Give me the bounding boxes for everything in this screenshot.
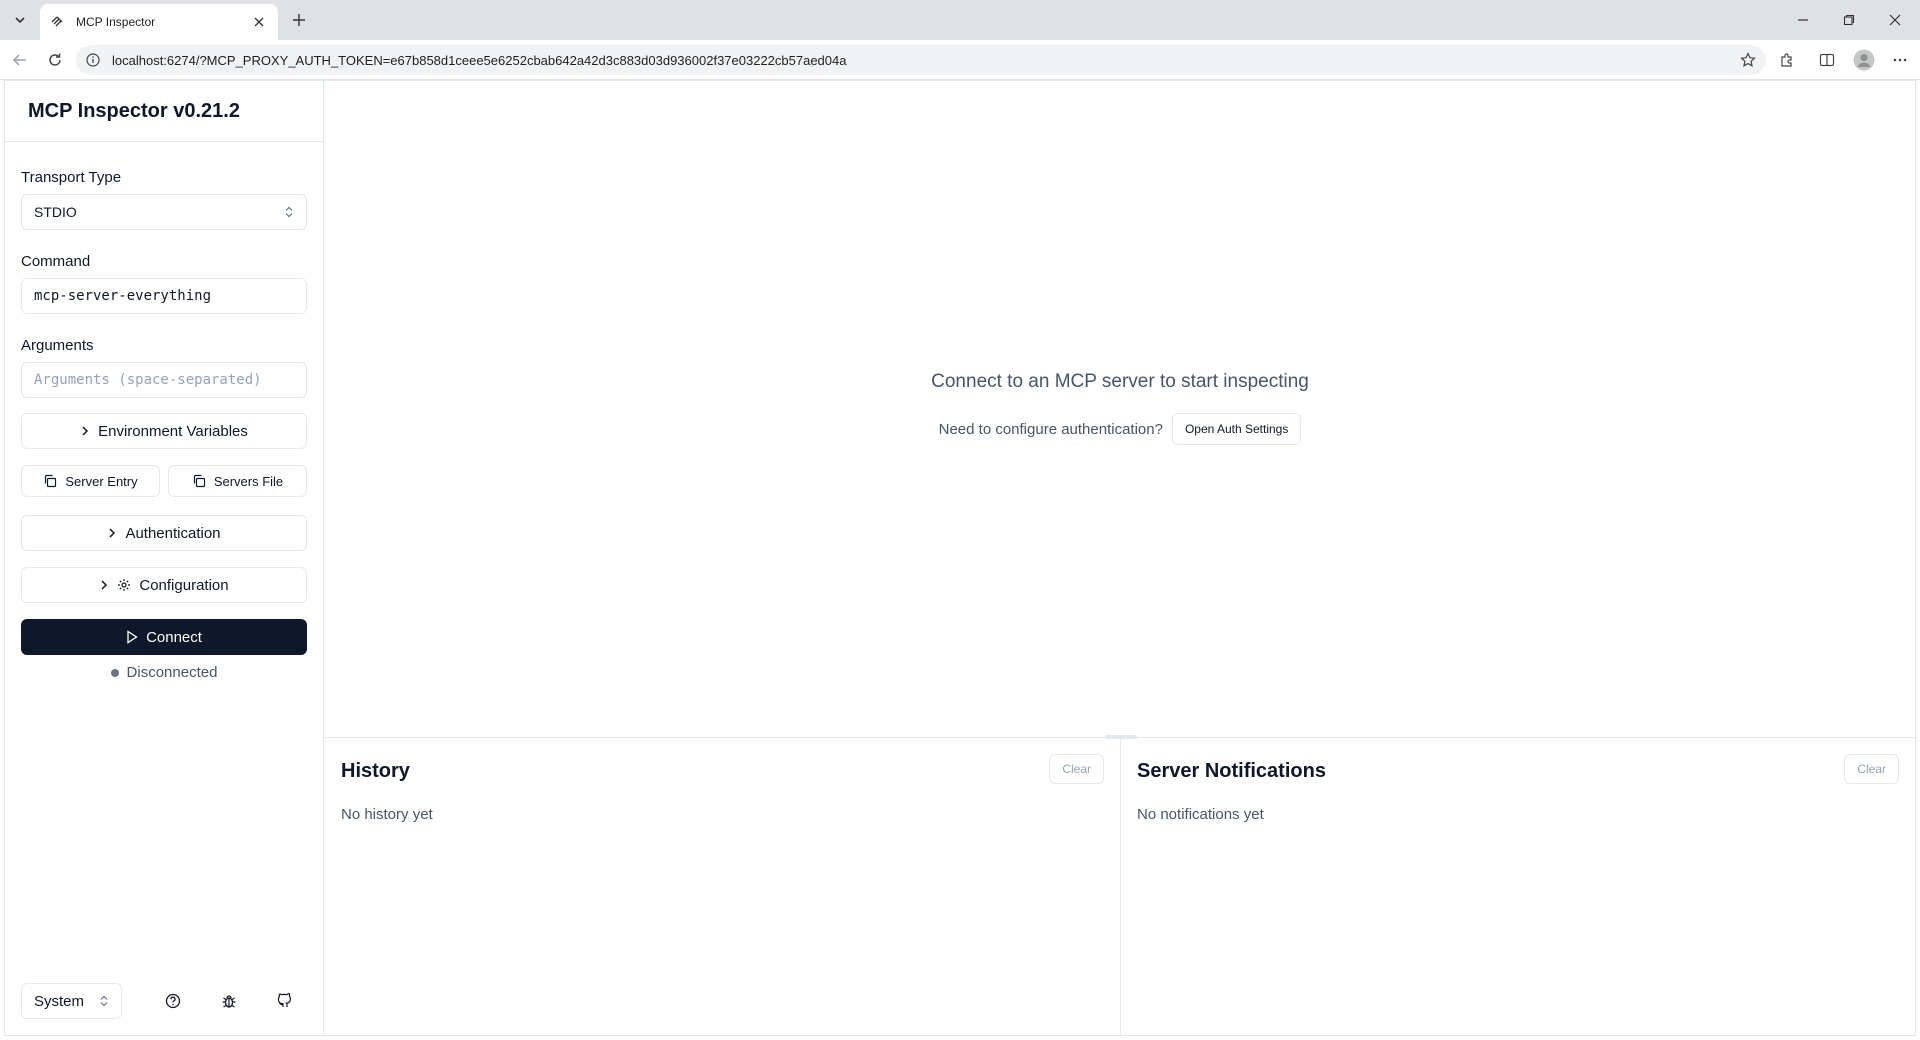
- new-tab-button[interactable]: [285, 6, 313, 34]
- chevron-right-icon: [109, 528, 116, 538]
- servers-file-button[interactable]: Servers File: [168, 465, 307, 497]
- bookmark-star-icon[interactable]: [1734, 46, 1762, 74]
- close-icon: [1889, 14, 1901, 26]
- tab-search-button[interactable]: [5, 5, 35, 35]
- chevron-down-icon: [15, 17, 25, 24]
- chevron-right-icon: [101, 580, 108, 590]
- play-icon: [127, 630, 138, 644]
- command-label: Command: [21, 253, 91, 270]
- reload-icon: [49, 53, 61, 66]
- address-bar[interactable]: localhost:6274/?MCP_PROXY_AUTH_TOKEN=e67…: [76, 45, 1766, 75]
- connect-button[interactable]: Connect: [21, 619, 307, 655]
- chevron-right-icon: [82, 426, 89, 436]
- main-content: Connect to an MCP server to start inspec…: [325, 81, 1915, 1035]
- theme-value: System: [34, 992, 85, 1010]
- empty-state-message: Connect to an MCP server to start inspec…: [931, 371, 1309, 392]
- history-empty-text: No history yet: [341, 806, 433, 823]
- notifications-clear-button[interactable]: Clear: [1844, 754, 1899, 784]
- history-panel: History Clear No history yet: [325, 738, 1120, 1035]
- theme-select[interactable]: System: [21, 983, 122, 1019]
- open-auth-settings-button[interactable]: Open Auth Settings: [1171, 413, 1302, 445]
- history-clear-button[interactable]: Clear: [1049, 754, 1104, 784]
- back-button[interactable]: [6, 46, 34, 74]
- arguments-placeholder: Arguments (space-separated): [34, 372, 262, 388]
- app-title: MCP Inspector v0.21.2: [5, 81, 323, 142]
- server-entry-button[interactable]: Server Entry: [21, 465, 160, 497]
- auth-prompt-text: Need to configure authentication?: [938, 420, 1163, 438]
- avatar-icon: [1853, 49, 1875, 71]
- browser-tab-title: MCP Inspector: [76, 15, 156, 29]
- chevrons-up-down-icon: [99, 995, 109, 1007]
- copy-icon: [45, 474, 57, 488]
- chevrons-up-down-icon: [284, 206, 294, 218]
- url-text[interactable]: localhost:6274/?MCP_PROXY_AUTH_TOKEN=e67…: [112, 53, 1734, 68]
- configuration-button[interactable]: Configuration: [21, 567, 307, 603]
- browser-menu-button[interactable]: [1886, 46, 1914, 74]
- server-entry-label: Server Entry: [65, 473, 138, 489]
- configuration-label: Configuration: [139, 576, 229, 594]
- browser-tab[interactable]: MCP Inspector: [40, 4, 278, 40]
- gear-icon: [118, 579, 131, 591]
- environment-variables-button[interactable]: Environment Variables: [21, 413, 307, 449]
- command-value: mcp-server-everything: [34, 288, 212, 304]
- mcp-inspector-app: MCP Inspector v0.21.2 Transport Type STD…: [4, 80, 1916, 1036]
- sidebar: MCP Inspector v0.21.2 Transport Type STD…: [5, 81, 324, 1035]
- info-icon[interactable]: [86, 52, 102, 68]
- profile-avatar[interactable]: [1850, 46, 1878, 74]
- bug-icon: [222, 995, 236, 1008]
- minimize-icon: [1798, 19, 1808, 21]
- authentication-button[interactable]: Authentication: [21, 515, 307, 551]
- environment-variables-label: Environment Variables: [98, 422, 248, 440]
- history-title: History: [341, 760, 410, 782]
- connect-label: Connect: [146, 628, 202, 646]
- transport-type-label: Transport Type: [21, 169, 122, 186]
- github-button[interactable]: [270, 986, 300, 1016]
- notifications-title: Server Notifications: [1137, 760, 1326, 782]
- restore-window-button[interactable]: [1826, 0, 1872, 40]
- browser-toolbar: localhost:6274/?MCP_PROXY_AUTH_TOKEN=e67…: [0, 40, 1920, 80]
- split-view-icon: [1819, 53, 1835, 67]
- minimize-window-button[interactable]: [1780, 0, 1826, 40]
- copy-icon: [193, 474, 205, 488]
- notifications-empty-text: No notifications yet: [1137, 806, 1264, 823]
- arguments-label: Arguments: [21, 337, 94, 354]
- report-bug-button[interactable]: [214, 986, 244, 1016]
- restore-icon: [1843, 14, 1855, 26]
- browser-tab-bar: MCP Inspector: [0, 0, 1920, 40]
- help-circle-icon: [165, 993, 181, 1009]
- more-horizontal-icon: [1893, 58, 1907, 62]
- puzzle-icon: [1781, 53, 1792, 67]
- arguments-input[interactable]: Arguments (space-separated): [21, 362, 307, 398]
- command-input[interactable]: mcp-server-everything: [21, 278, 307, 314]
- status-dot: [110, 668, 119, 677]
- status-text: Disconnected: [126, 664, 218, 681]
- extensions-button[interactable]: [1773, 46, 1801, 74]
- sidebar-footer: System: [21, 983, 307, 1021]
- split-view-button[interactable]: [1813, 46, 1841, 74]
- arrow-left-icon: [12, 54, 26, 66]
- server-notifications-panel: Server Notifications Clear No notificati…: [1121, 738, 1915, 1035]
- authentication-label: Authentication: [125, 524, 221, 542]
- auth-prompt-row: Need to configure authentication? Open A…: [325, 413, 1915, 445]
- close-window-button[interactable]: [1872, 0, 1918, 40]
- github-icon: [277, 993, 291, 1007]
- help-button[interactable]: [158, 986, 188, 1016]
- transport-type-select[interactable]: STDIO: [21, 194, 307, 230]
- plus-icon: [293, 14, 305, 26]
- reload-button[interactable]: [41, 46, 69, 74]
- connection-status: Disconnected: [21, 664, 307, 681]
- transport-type-value: STDIO: [34, 204, 77, 220]
- mcp-favicon-icon: [50, 14, 66, 30]
- close-tab-icon[interactable]: [250, 13, 268, 31]
- servers-file-label: Servers File: [213, 473, 284, 489]
